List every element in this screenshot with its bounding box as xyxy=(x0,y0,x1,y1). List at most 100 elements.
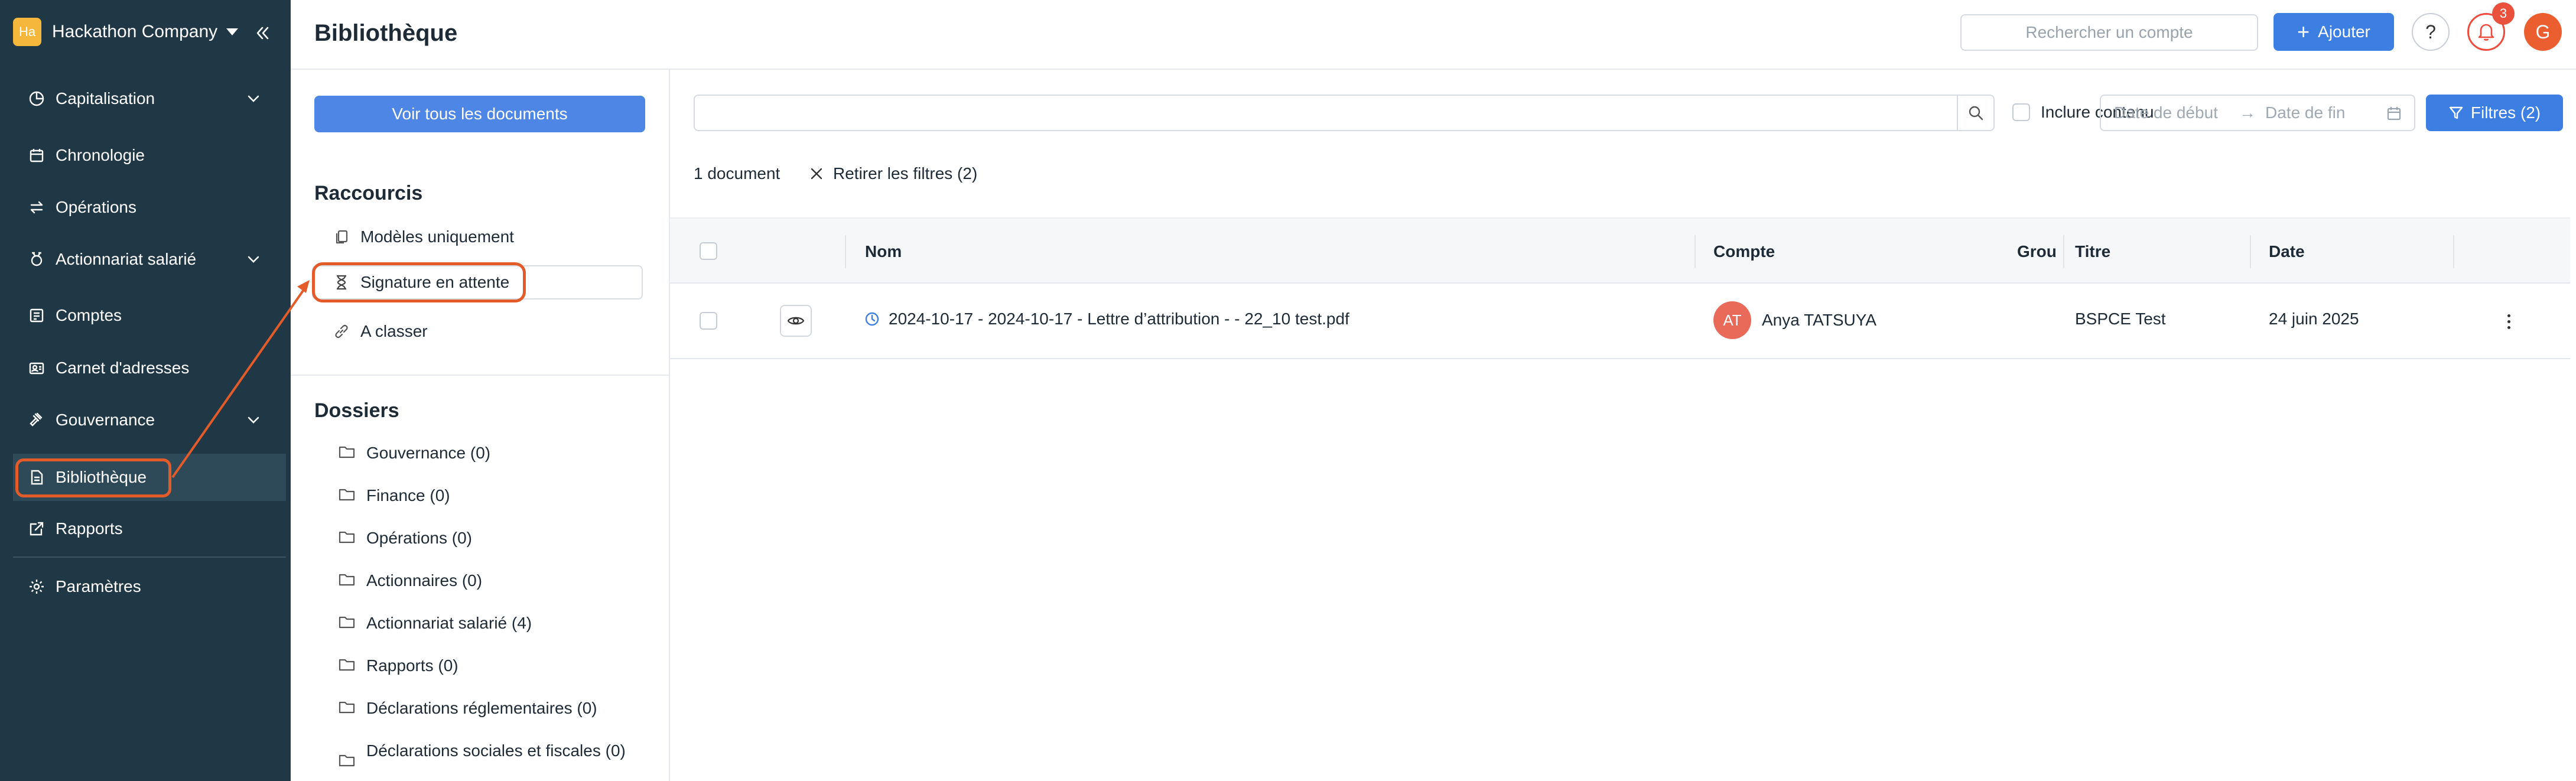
gavel-icon xyxy=(27,411,46,429)
folder-label: Déclarations sociales et fiscales (0) xyxy=(366,741,626,760)
sidebar-item-comptes[interactable]: Comptes xyxy=(0,292,286,339)
folder-icon xyxy=(339,489,355,501)
filters-button[interactable]: Filtres (2) xyxy=(2426,95,2563,131)
chevron-down-icon xyxy=(248,416,259,424)
select-all-checkbox[interactable] xyxy=(700,242,717,260)
chevron-down-icon xyxy=(248,256,259,263)
notifications-count-badge: 3 xyxy=(2492,2,2515,25)
filters-button-label: Filtres (2) xyxy=(2470,103,2541,122)
date-cell: 24 juin 2025 xyxy=(2269,310,2359,328)
clear-filters-label: Retirer les filtres (2) xyxy=(833,164,978,183)
collapse-sidebar-button[interactable] xyxy=(251,21,274,45)
caret-down-icon xyxy=(226,28,239,35)
folder-item[interactable]: Déclarations réglementaires (0) xyxy=(338,697,638,720)
column-separator xyxy=(2250,235,2251,268)
company-logo: Ha xyxy=(13,18,41,46)
top-header: Bibliothèque + Ajouter ? 3 G xyxy=(291,0,2576,70)
row-actions-menu-icon[interactable] xyxy=(2503,310,2515,333)
column-header-name[interactable]: Nom xyxy=(865,242,902,261)
folder-item[interactable]: Déclarations sociales et fiscales (0) xyxy=(338,740,638,769)
company-switcher[interactable]: Ha Hackathon Company xyxy=(13,18,239,46)
folder-item[interactable]: Opérations (0) xyxy=(338,527,638,549)
column-header-group[interactable]: Grou xyxy=(2017,242,2057,261)
folder-label: Gouvernance (0) xyxy=(366,444,491,462)
sidebar-item-label: Rapports xyxy=(56,519,123,538)
folder-item[interactable]: Rapports (0) xyxy=(338,655,638,677)
sidebar-item-label: Gouvernance xyxy=(56,411,155,429)
column-header-account[interactable]: Compte xyxy=(1713,242,1775,261)
library-panel: Voir tous les documents Raccourcis Modèl… xyxy=(291,70,670,781)
sidebar-item-rapports[interactable]: Rapports xyxy=(0,505,286,552)
help-icon: ? xyxy=(2425,21,2436,43)
document-search-button[interactable] xyxy=(1957,95,1995,131)
sidebar-item-parametres[interactable]: Paramètres xyxy=(0,563,286,610)
folder-item[interactable]: Finance (0) xyxy=(338,484,638,507)
folder-icon xyxy=(339,659,355,671)
gear-icon xyxy=(27,577,46,596)
badge-icon xyxy=(27,250,46,269)
folder-item[interactable]: Actionnaires (0) xyxy=(338,570,638,592)
sidebar-item-chronologie[interactable]: Chronologie xyxy=(0,132,286,179)
folders-title: Dossiers xyxy=(314,399,399,422)
search-icon xyxy=(1969,106,1983,121)
date-end-placeholder: Date de fin xyxy=(2265,103,2346,122)
arrows-swap-icon xyxy=(27,198,46,217)
documents-main: Inclure contenu Date de début → Date de … xyxy=(670,70,2576,781)
table-row[interactable]: 2024-10-17 - 2024-10-17 - Lettre d’attri… xyxy=(670,284,2570,359)
document-icon xyxy=(27,468,46,487)
include-content-checkbox[interactable] xyxy=(2012,103,2030,121)
sidebar-item-label: Bibliothèque xyxy=(56,468,147,486)
sidebar-item-label: Opérations xyxy=(56,198,136,216)
shortcut-label: A classer xyxy=(360,322,428,340)
pending-clock-icon xyxy=(865,312,879,326)
sidebar-item-label: Chronologie xyxy=(56,146,145,164)
row-select-checkbox[interactable] xyxy=(700,312,717,330)
folder-label: Finance (0) xyxy=(366,486,450,505)
filter-icon xyxy=(2449,106,2463,119)
preview-button[interactable] xyxy=(780,305,812,337)
folder-label: Déclarations réglementaires (0) xyxy=(366,699,597,717)
sidebar-item-capitalisation[interactable]: Capitalisation xyxy=(0,75,286,122)
folder-icon xyxy=(339,531,355,544)
sidebar-item-operations[interactable]: Opérations xyxy=(0,184,286,231)
folder-icon xyxy=(339,701,355,714)
sidebar: Ha Hackathon Company Capitalisation Chro… xyxy=(0,0,291,781)
account-search-input[interactable] xyxy=(1960,14,2258,51)
document-search-input[interactable] xyxy=(694,95,1958,131)
column-header-date[interactable]: Date xyxy=(2269,242,2305,261)
folder-label: Actionnaires (0) xyxy=(366,571,483,590)
address-card-icon xyxy=(27,359,46,378)
link-icon xyxy=(333,323,350,340)
company-name: Hackathon Company xyxy=(52,22,218,41)
folder-item[interactable]: Gouvernance (0) xyxy=(338,442,638,464)
sidebar-item-label: Carnet d'adresses xyxy=(56,359,190,377)
hourglass-icon xyxy=(333,274,350,291)
user-avatar[interactable]: G xyxy=(2524,13,2562,51)
sidebar-item-actionnariat-salarie[interactable]: Actionnariat salarié xyxy=(0,236,286,283)
close-icon xyxy=(811,168,822,180)
shortcut-templates-only[interactable]: Modèles uniquement xyxy=(333,220,514,254)
arrow-right-icon: → xyxy=(2239,103,2256,122)
shortcut-pending-signature[interactable]: Signature en attente xyxy=(312,265,643,300)
shortcuts-title: Raccourcis xyxy=(314,182,423,204)
clear-filters-button[interactable]: Retirer les filtres (2) xyxy=(809,164,977,183)
column-header-title[interactable]: Titre xyxy=(2075,242,2110,261)
all-documents-button[interactable]: Voir tous les documents xyxy=(314,96,645,132)
document-name-cell[interactable]: 2024-10-17 - 2024-10-17 - Lettre d’attri… xyxy=(864,310,1349,328)
shortcut-label: Signature en attente xyxy=(360,273,510,291)
help-button[interactable]: ? xyxy=(2412,13,2450,51)
document-name: 2024-10-17 - 2024-10-17 - Lettre d’attri… xyxy=(889,310,1349,328)
sidebar-item-bibliotheque[interactable]: Bibliothèque xyxy=(13,454,286,501)
shortcut-label: Modèles uniquement xyxy=(360,227,514,246)
folder-label: Rapports (0) xyxy=(366,656,458,675)
column-separator xyxy=(845,235,846,268)
shortcut-to-classify[interactable]: A classer xyxy=(333,314,428,349)
folder-item[interactable]: Actionnariat salarié (4) xyxy=(338,612,638,634)
folder-label: Actionnariat salarié (4) xyxy=(366,614,532,632)
sidebar-item-gouvernance[interactable]: Gouvernance xyxy=(0,396,286,444)
date-range-picker[interactable]: Date de début → Date de fin xyxy=(2100,95,2415,131)
sidebar-item-label: Paramètres xyxy=(56,577,141,595)
sidebar-item-carnet-adresses[interactable]: Carnet d'adresses xyxy=(0,344,286,392)
add-button[interactable]: + Ajouter xyxy=(2273,13,2394,51)
column-separator xyxy=(2063,235,2064,268)
